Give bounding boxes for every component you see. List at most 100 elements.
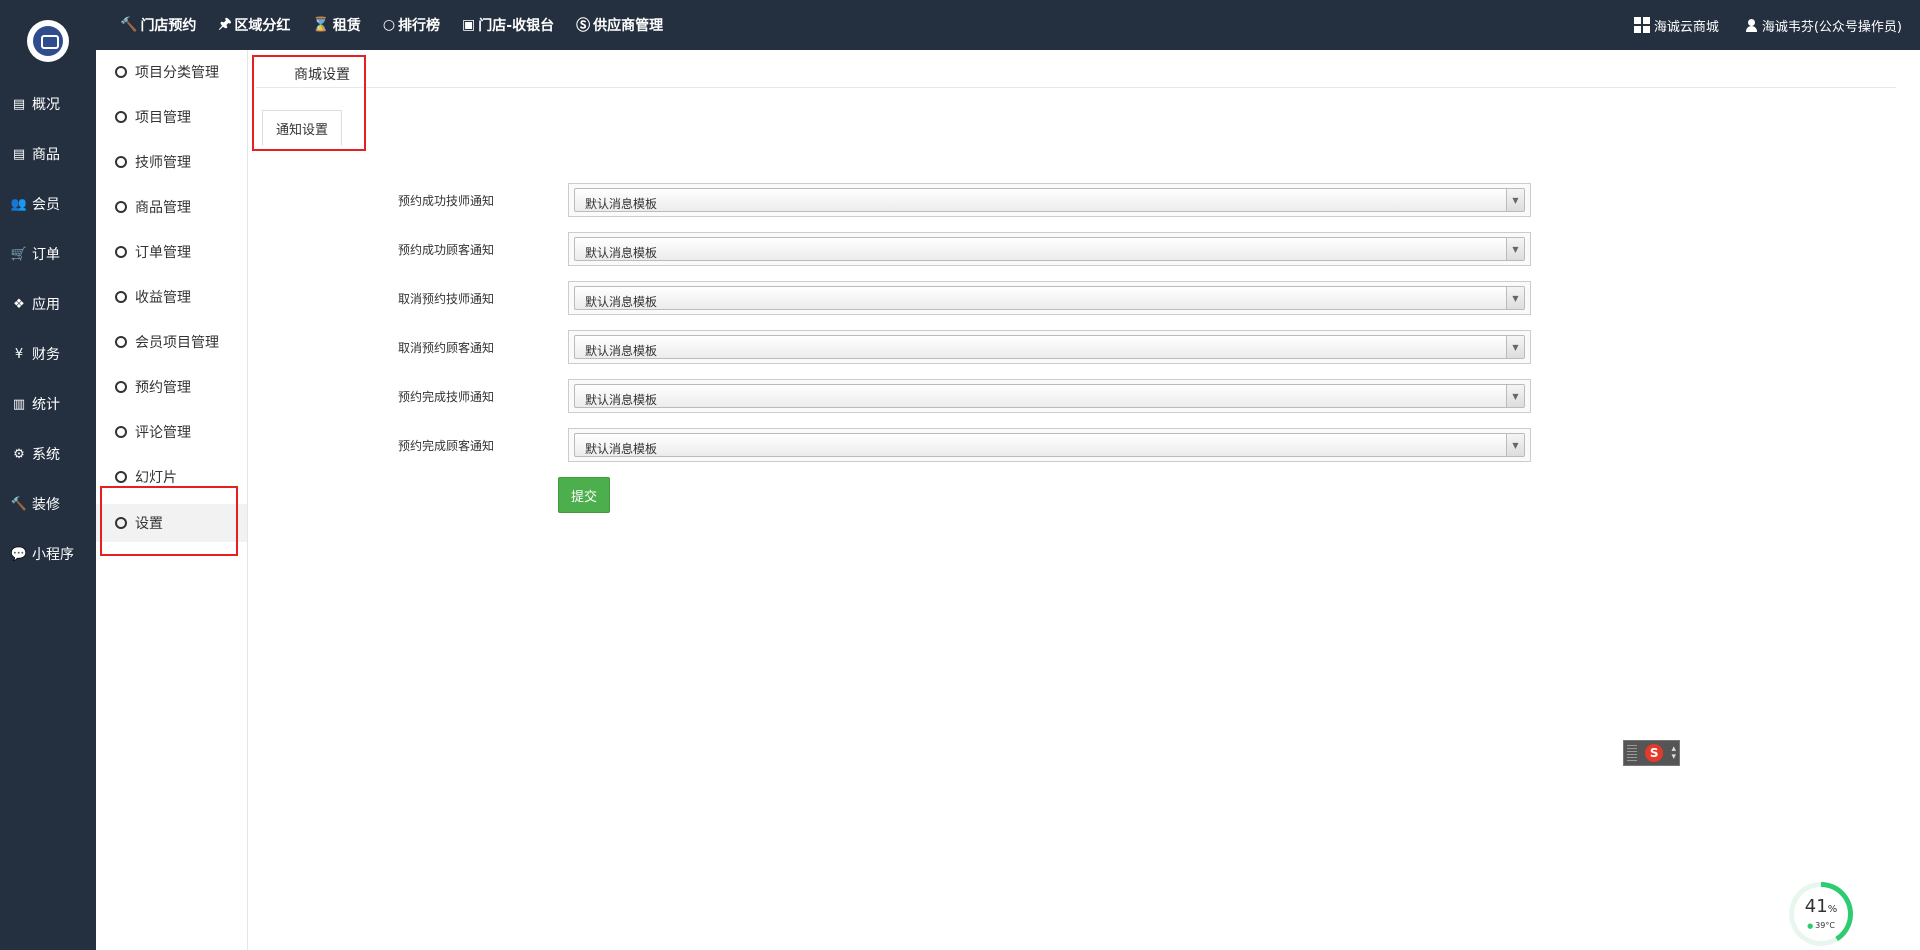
sub-nav-label: 预约管理 <box>135 380 191 396</box>
nav-item-apps[interactable]: ❖ 应用 <box>0 289 96 319</box>
template-select[interactable]: 默认消息模板 ▼ <box>568 379 1531 413</box>
top-menu-label: 排行榜 <box>398 18 441 34</box>
sub-nav-item-reviews[interactable]: 评论管理 <box>96 413 247 451</box>
sub-nav-label: 幻灯片 <box>135 470 177 486</box>
circle-icon <box>115 426 127 438</box>
cpu-percent: 41% <box>1804 896 1838 917</box>
apps-icon: ❖ <box>13 296 25 312</box>
template-select[interactable]: 默认消息模板 ▼ <box>568 330 1531 364</box>
top-menu-ranking[interactable]: ○ 排行榜 <box>383 15 440 35</box>
logo-icon <box>33 26 63 56</box>
form-row: 预约完成技师通知 默认消息模板 ▼ <box>248 379 1548 415</box>
top-menu-regional-dividend[interactable]: 🖈 区域分红 <box>218 13 290 37</box>
chevron-down-icon: ▼ <box>1506 336 1524 358</box>
nav-item-statistics[interactable]: ▥ 统计 <box>0 389 96 419</box>
left-nav: ▤ 概况 ▤ 商品 👥 会员 🛒 订单 ❖ 应用 ¥ 财务 ▥ 统计 ⚙ 系统 … <box>0 0 96 950</box>
top-menu-cashier[interactable]: ▣ 门店-收银台 <box>462 15 554 35</box>
circle-icon <box>115 156 127 168</box>
form-row: 取消预约顾客通知 默认消息模板 ▼ <box>248 330 1548 366</box>
sub-nav-label: 项目管理 <box>135 110 191 126</box>
template-select[interactable]: 默认消息模板 ▼ <box>568 183 1531 217</box>
user-menu[interactable]: 海诚韦芬(公众号操作员) <box>1745 16 1902 35</box>
nav-item-label: 装修 <box>32 497 60 513</box>
sub-nav-label: 会员项目管理 <box>135 335 219 351</box>
circle-icon <box>115 201 127 213</box>
sub-nav-item-bookings[interactable]: 预约管理 <box>96 368 247 406</box>
top-menu: 🔨 门店预约 🖈 区域分红 ⌛ 租赁 ○ 排行榜 ▣ 门店-收银台 Ⓢ 供应商管… <box>120 0 663 50</box>
chevron-down-icon: ▼ <box>1506 385 1524 407</box>
user-icon <box>1745 18 1758 32</box>
nav-item-system[interactable]: ⚙ 系统 <box>0 439 96 469</box>
nav-item-label: 财务 <box>32 347 60 363</box>
nav-item-decoration[interactable]: 🔨 装修 <box>0 489 96 519</box>
dashboard-icon <box>1633 17 1650 33</box>
top-menu-supplier[interactable]: Ⓢ 供应商管理 <box>576 15 663 35</box>
ime-toolbar[interactable]: S ▴ ▾ <box>1623 740 1680 766</box>
top-menu-store-booking[interactable]: 🔨 门店预约 <box>120 15 196 35</box>
top-menu-label: 供应商管理 <box>593 18 664 34</box>
gavel-icon: 🔨 <box>120 17 138 33</box>
nav-item-finance[interactable]: ¥ 财务 <box>0 339 96 369</box>
sub-nav-label: 技师管理 <box>135 155 191 171</box>
sub-nav-item-earnings[interactable]: 收益管理 <box>96 278 247 316</box>
select-value: 默认消息模板 <box>585 393 658 407</box>
nav-item-label: 应用 <box>32 297 60 313</box>
box-icon: ▤ <box>12 146 26 162</box>
sub-nav-item-technicians[interactable]: 技师管理 <box>96 143 247 181</box>
top-menu-rental[interactable]: ⌛ 租赁 <box>312 15 360 35</box>
sub-nav-item-projects[interactable]: 项目管理 <box>96 98 247 136</box>
yen-icon: ¥ <box>14 346 24 362</box>
template-select[interactable]: 默认消息模板 ▼ <box>568 232 1531 266</box>
chevron-down-icon: ▼ <box>1506 189 1524 211</box>
sub-nav-item-project-category[interactable]: 项目分类管理 <box>96 53 247 91</box>
breadcrumb: 商城设置 <box>256 50 1896 88</box>
circle-icon: ○ <box>382 17 396 33</box>
bar-chart-icon: ▥ <box>12 396 26 412</box>
circle-icon <box>115 381 127 393</box>
user-label: 海诚韦芬(公众号操作员) <box>1761 19 1902 35</box>
sub-nav-item-goods[interactable]: 商品管理 <box>96 188 247 226</box>
highlight-box <box>100 486 238 556</box>
store-link[interactable]: 海诚云商城 <box>1633 16 1719 35</box>
pin-icon: 🖈 <box>218 16 232 32</box>
top-right: 海诚云商城 海诚韦芬(公众号操作员) <box>1633 0 1902 50</box>
field-label: 取消预约技师通知 <box>398 292 495 306</box>
more-icon[interactable]: ▴ ▾ <box>1671 745 1676 762</box>
submit-button[interactable]: 提交 <box>558 477 610 513</box>
drag-handle-icon[interactable] <box>1627 745 1637 761</box>
nav-item-members[interactable]: 👥 会员 <box>0 189 96 219</box>
nav-item-label: 订单 <box>32 247 60 263</box>
nav-item-goods[interactable]: ▤ 商品 <box>0 139 96 169</box>
form-row: 预约完成顾客通知 默认消息模板 ▼ <box>248 428 1548 464</box>
gavel-icon: 🔨 <box>10 496 28 512</box>
form-row: 预约成功顾客通知 默认消息模板 ▼ <box>248 232 1548 268</box>
template-select[interactable]: 默认消息模板 ▼ <box>568 428 1531 462</box>
sogou-icon: S <box>1645 744 1664 762</box>
field-label: 预约成功技师通知 <box>398 194 495 208</box>
sub-nav-item-orders[interactable]: 订单管理 <box>96 233 247 271</box>
circle-icon <box>115 471 127 483</box>
template-select[interactable]: 默认消息模板 ▼ <box>568 281 1531 315</box>
top-menu-label: 租赁 <box>332 18 361 34</box>
nav-item-label: 概况 <box>32 97 60 113</box>
cogs-icon: ⚙ <box>13 446 25 462</box>
app-logo[interactable] <box>27 20 69 62</box>
sub-nav-label: 商品管理 <box>135 200 191 216</box>
nav-item-orders[interactable]: 🛒 订单 <box>0 239 96 269</box>
nav-item-miniprogram[interactable]: 💬 小程序 <box>0 539 96 569</box>
performance-widget[interactable]: 41% 39°C <box>1789 882 1853 946</box>
store-label: 海诚云商城 <box>1653 19 1719 35</box>
nav-item-overview[interactable]: ▤ 概况 <box>0 89 96 119</box>
nav-item-label: 小程序 <box>32 547 74 563</box>
main-content: 商城设置 通知设置 预约成功技师通知 默认消息模板 ▼ 预约成功顾客通知 默认消息… <box>248 50 1920 950</box>
select-value: 默认消息模板 <box>585 197 658 211</box>
vertical-scrollbar[interactable] <box>1903 50 1920 950</box>
circle-icon <box>115 66 127 78</box>
sub-nav-label: 项目分类管理 <box>135 65 219 81</box>
cash-icon: ▣ <box>462 17 476 33</box>
circle-icon <box>115 291 127 303</box>
circle-icon <box>115 111 127 123</box>
sub-nav-item-member-projects[interactable]: 会员项目管理 <box>96 323 247 361</box>
inbox-icon: ▤ <box>12 96 26 112</box>
select-value: 默认消息模板 <box>585 246 658 260</box>
